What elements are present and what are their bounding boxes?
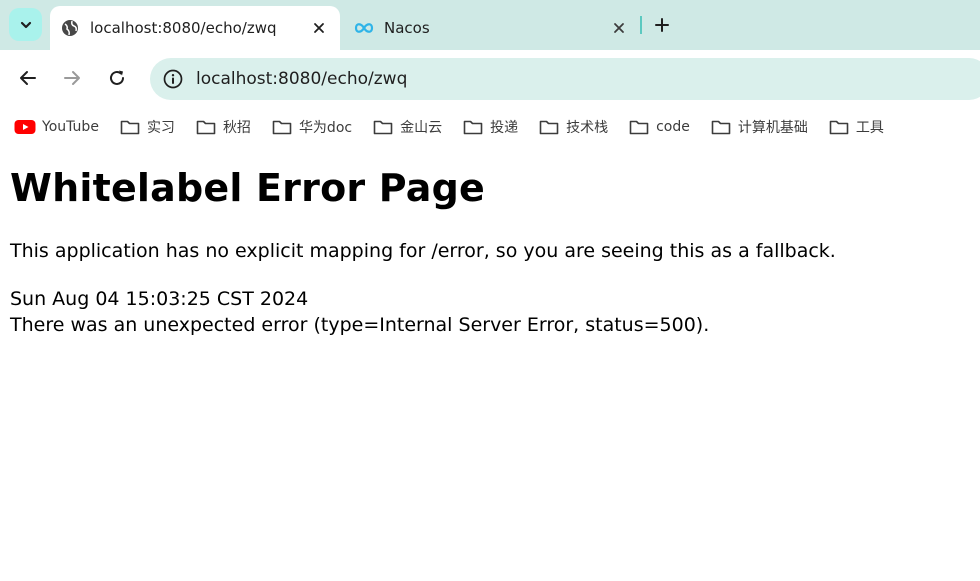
error-details: Sun Aug 04 15:03:25 CST 2024 There was a… (10, 286, 980, 338)
bookmark-folder-tech-stack[interactable]: 技术栈 (538, 117, 608, 137)
bookmarks-bar: YouTube 实习 秋招 华为doc 金山云 投递 技术栈 code 计算机基… (0, 108, 980, 146)
tab-separator (640, 16, 642, 34)
globe-icon (60, 18, 80, 38)
plus-icon (655, 18, 669, 32)
folder-icon (119, 118, 141, 136)
error-status: There was an unexpected error (type=Inte… (10, 314, 710, 336)
bookmark-folder-tools[interactable]: 工具 (828, 117, 884, 137)
forward-button[interactable] (57, 63, 87, 93)
bookmark-folder-code[interactable]: code (628, 118, 690, 136)
bookmark-label: 投递 (490, 120, 519, 136)
page-title: Whitelabel Error Page (10, 166, 485, 210)
bookmark-label: 实习 (146, 120, 175, 136)
bookmark-label: 技术栈 (566, 120, 609, 136)
bookmark-youtube[interactable]: YouTube (14, 118, 99, 136)
bookmark-label: 工具 (855, 120, 884, 136)
tab-strip: localhost:8080/echo/zwq Nacos (0, 0, 980, 50)
reload-button[interactable] (102, 63, 132, 93)
error-timestamp: Sun Aug 04 15:03:25 CST 2024 (10, 288, 309, 310)
folder-icon (828, 118, 850, 136)
bookmark-folder-applications[interactable]: 投递 (462, 117, 518, 137)
folder-icon (462, 118, 484, 136)
arrow-right-icon (64, 71, 80, 85)
site-info-icon[interactable] (162, 68, 184, 90)
bookmark-label: code (656, 119, 690, 135)
folder-icon (710, 118, 732, 136)
folder-icon (628, 118, 650, 136)
bookmark-folder-huawei-doc[interactable]: 华为doc (271, 117, 352, 137)
folder-icon (271, 118, 293, 136)
bookmark-label: 计算机基础 (737, 120, 808, 136)
bookmark-folder-autumn-recruit[interactable]: 秋招 (195, 117, 251, 137)
new-tab-button[interactable] (650, 13, 674, 37)
close-tab-icon[interactable] (608, 17, 630, 39)
arrow-left-icon (20, 71, 36, 85)
page-content: Whitelabel Error Page This application h… (0, 146, 980, 581)
error-message: This application has no explicit mapping… (10, 240, 836, 262)
back-button[interactable] (13, 63, 43, 93)
tab-title: localhost:8080/echo/zwq (90, 19, 277, 37)
folder-icon (538, 118, 560, 136)
bookmark-label: 华为doc (298, 120, 353, 136)
tab-nacos[interactable]: Nacos (344, 6, 640, 50)
tab-search-button[interactable] (9, 8, 42, 41)
bookmark-folder-internship[interactable]: 实习 (119, 117, 175, 137)
bookmark-label: 秋招 (222, 120, 251, 136)
youtube-icon (14, 118, 36, 136)
folder-icon (195, 118, 217, 136)
folder-icon (372, 118, 394, 136)
tab-localhost[interactable]: localhost:8080/echo/zwq (50, 6, 340, 50)
infinity-icon (354, 18, 374, 38)
bookmark-label: 金山云 (400, 120, 443, 136)
reload-icon (110, 70, 124, 85)
bookmark-label: YouTube (42, 119, 99, 135)
address-bar[interactable] (150, 58, 980, 100)
url-input[interactable] (196, 69, 796, 89)
tab-title: Nacos (384, 19, 430, 37)
close-tab-icon[interactable] (308, 17, 330, 39)
toolbar (0, 50, 980, 108)
chevron-down-icon (20, 21, 31, 28)
bookmark-folder-cs-basics[interactable]: 计算机基础 (710, 117, 808, 137)
bookmark-folder-kingsoft-cloud[interactable]: 金山云 (372, 117, 442, 137)
